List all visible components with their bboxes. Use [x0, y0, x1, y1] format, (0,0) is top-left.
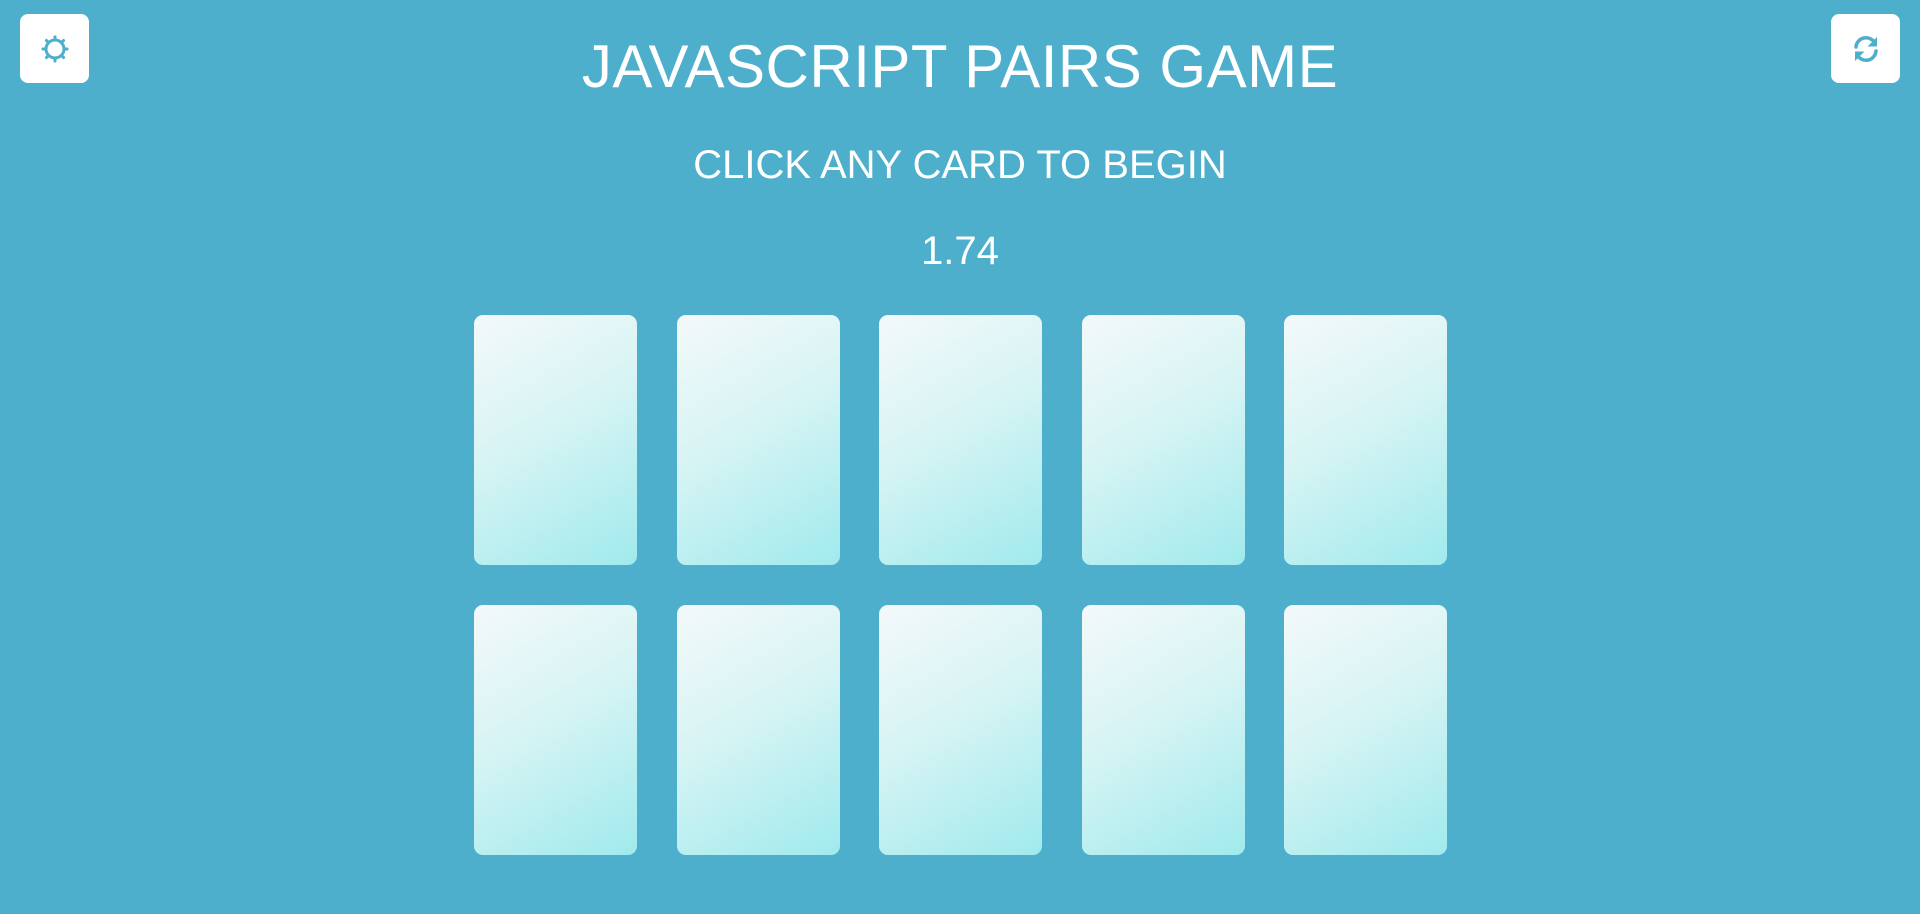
game-page: JAVASCRIPT PAIRS GAME CLICK ANY CARD TO … [0, 0, 1920, 914]
card-face-down[interactable] [1284, 315, 1447, 565]
card-face-down[interactable] [676, 315, 840, 565]
card-face-down[interactable] [879, 315, 1042, 565]
instructions-text: CLICK ANY CARD TO BEGIN [693, 143, 1227, 187]
page-title: JAVASCRIPT PAIRS GAME [581, 33, 1339, 100]
timer-readout: 1.74 [921, 229, 999, 273]
card-face-down[interactable] [474, 315, 637, 565]
card-face-down[interactable] [1284, 605, 1447, 855]
card-face-down[interactable] [474, 605, 637, 855]
card-face-down[interactable] [879, 605, 1042, 855]
card-face-down[interactable] [1081, 605, 1245, 855]
card-board [474, 315, 1448, 855]
card-face-down[interactable] [676, 605, 840, 855]
card-face-down[interactable] [1081, 315, 1245, 565]
